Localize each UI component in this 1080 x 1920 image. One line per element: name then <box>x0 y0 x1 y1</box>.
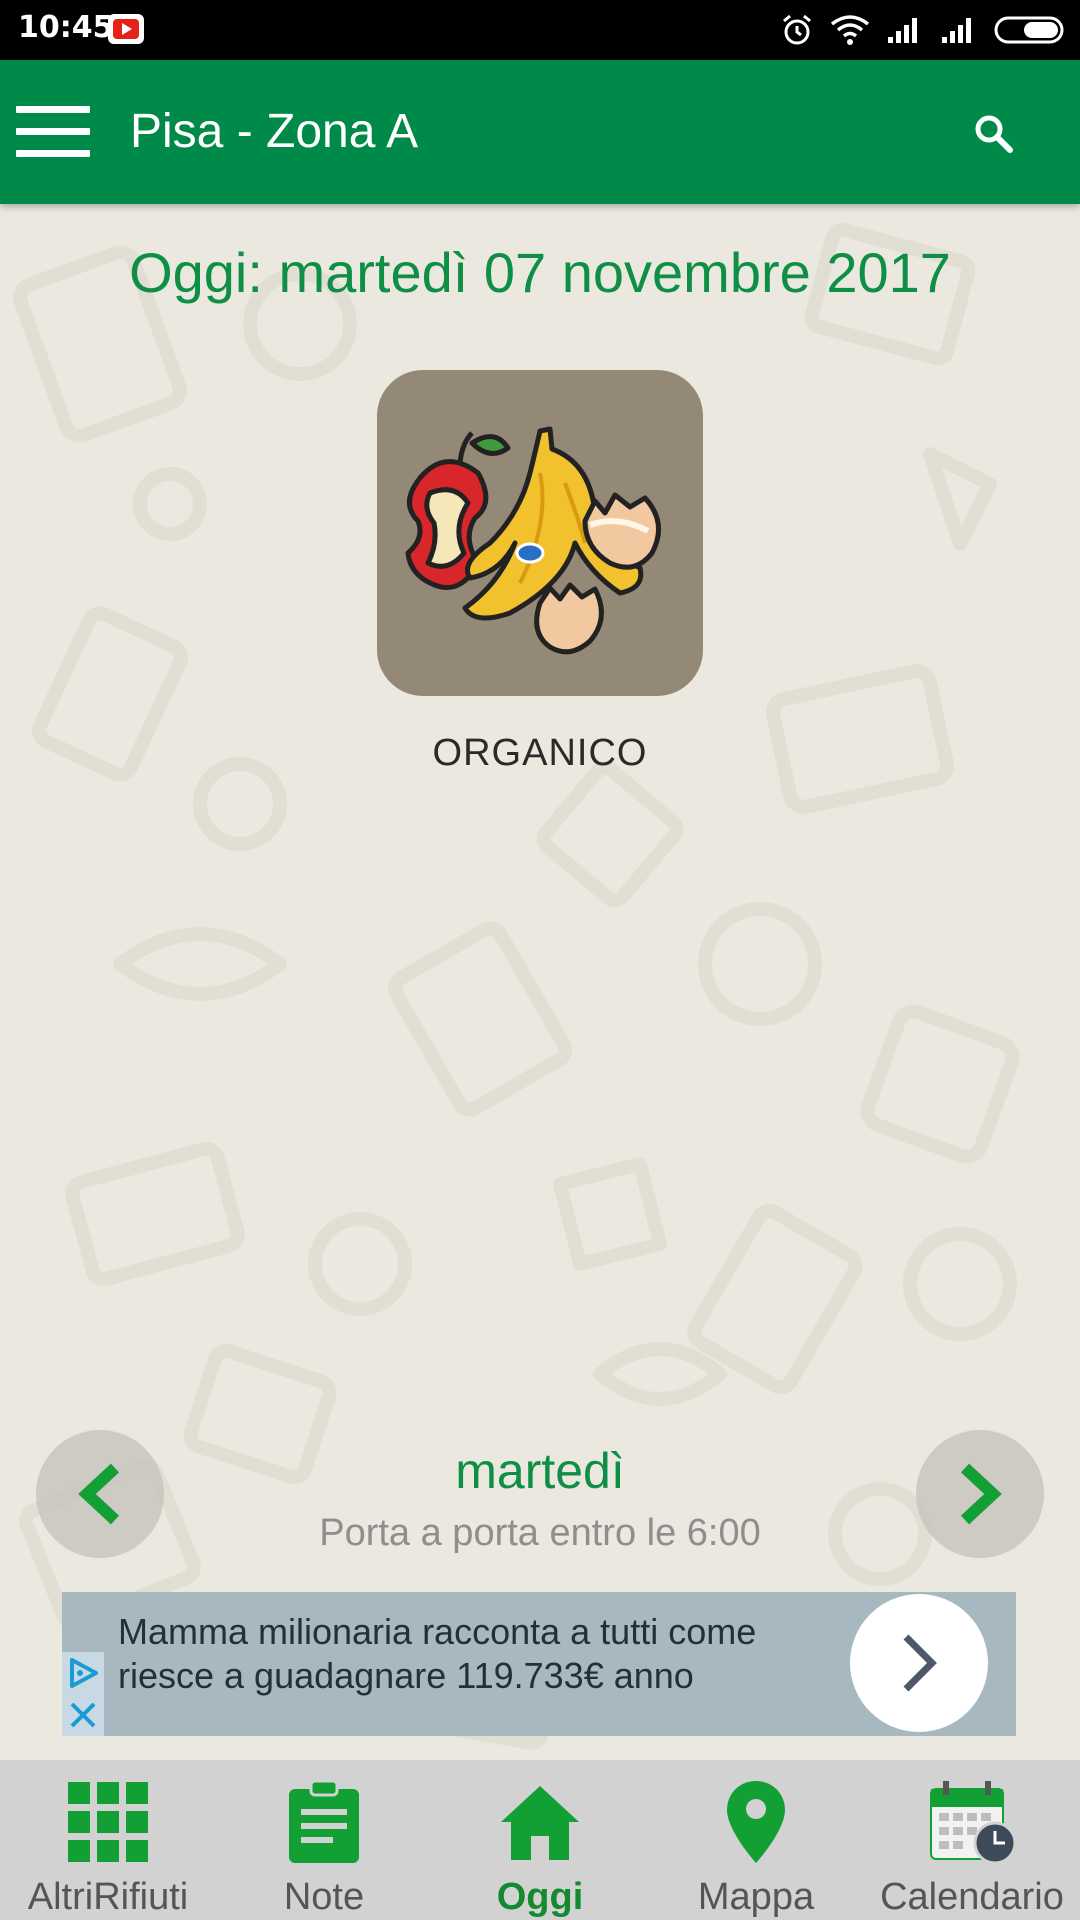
nav-item-note[interactable]: Note <box>216 1760 432 1920</box>
nav-label-oggi: Oggi <box>496 1876 584 1918</box>
home-icon <box>497 1778 583 1866</box>
ad-close-icon[interactable] <box>62 1694 104 1736</box>
hamburger-menu-icon[interactable] <box>16 106 90 158</box>
status-icons <box>780 10 1068 50</box>
organic-waste-icon <box>405 426 662 655</box>
next-day-button[interactable] <box>916 1430 1044 1558</box>
page-title: Pisa - Zona A <box>130 105 419 158</box>
waste-type-label: ORGANICO <box>432 732 648 774</box>
nav-item-calendario[interactable]: Calendario <box>864 1760 1080 1920</box>
ad-choices <box>62 1652 104 1736</box>
adchoices-icon[interactable] <box>62 1652 104 1694</box>
youtube-notification-icon <box>108 14 144 44</box>
app-bar: Pisa - Zona A <box>0 60 1080 204</box>
chevron-right-icon <box>960 1463 1002 1525</box>
status-bar: 10:45 <box>0 0 1080 60</box>
nav-label-calendario: Calendario <box>880 1876 1064 1918</box>
nav-label-note: Note <box>283 1876 365 1918</box>
nav-item-oggi[interactable]: Oggi <box>432 1760 648 1920</box>
alarm-icon <box>783 14 811 45</box>
calendar-icon <box>927 1778 1017 1866</box>
collection-note: Porta a porta entro le 6:00 <box>319 1512 761 1554</box>
main-content: Oggi: martedì 07 novembre 2017 ORGANICO … <box>0 204 1080 1760</box>
ad-text: Mamma milionaria racconta a tutti come r… <box>118 1610 858 1698</box>
clipboard-icon <box>285 1778 363 1866</box>
grid-icon <box>66 1778 150 1866</box>
today-date-label: Oggi: martedì 07 novembre 2017 <box>129 241 951 304</box>
wifi-icon <box>830 15 870 45</box>
ad-text-line-1: Mamma milionaria racconta a tutti come <box>118 1611 757 1652</box>
status-time: 10:45 <box>18 10 114 45</box>
signal-icon <box>888 18 917 43</box>
signal-icon-2 <box>942 18 971 43</box>
ad-text-line-2: riesce a guadagnare 119.733€ anno <box>118 1655 694 1696</box>
chevron-right-icon <box>903 1634 937 1692</box>
nav-item-altririfiuti[interactable]: AltriRifiuti <box>0 1760 216 1920</box>
ad-banner[interactable]: Mamma milionaria racconta a tutti come r… <box>62 1592 1016 1736</box>
waste-type-card[interactable] <box>377 370 703 696</box>
map-pin-icon <box>725 1778 787 1866</box>
nav-label-altririfiuti: AltriRifiuti <box>27 1876 189 1918</box>
bottom-navigation: AltriRifiuti Note Oggi Mappa Calendario <box>0 1760 1080 1920</box>
nav-item-mappa[interactable]: Mappa <box>648 1760 864 1920</box>
ad-open-button[interactable] <box>850 1594 988 1732</box>
nav-label-mappa: Mappa <box>697 1876 815 1918</box>
search-icon[interactable] <box>972 112 1016 156</box>
battery-icon <box>994 16 1064 44</box>
